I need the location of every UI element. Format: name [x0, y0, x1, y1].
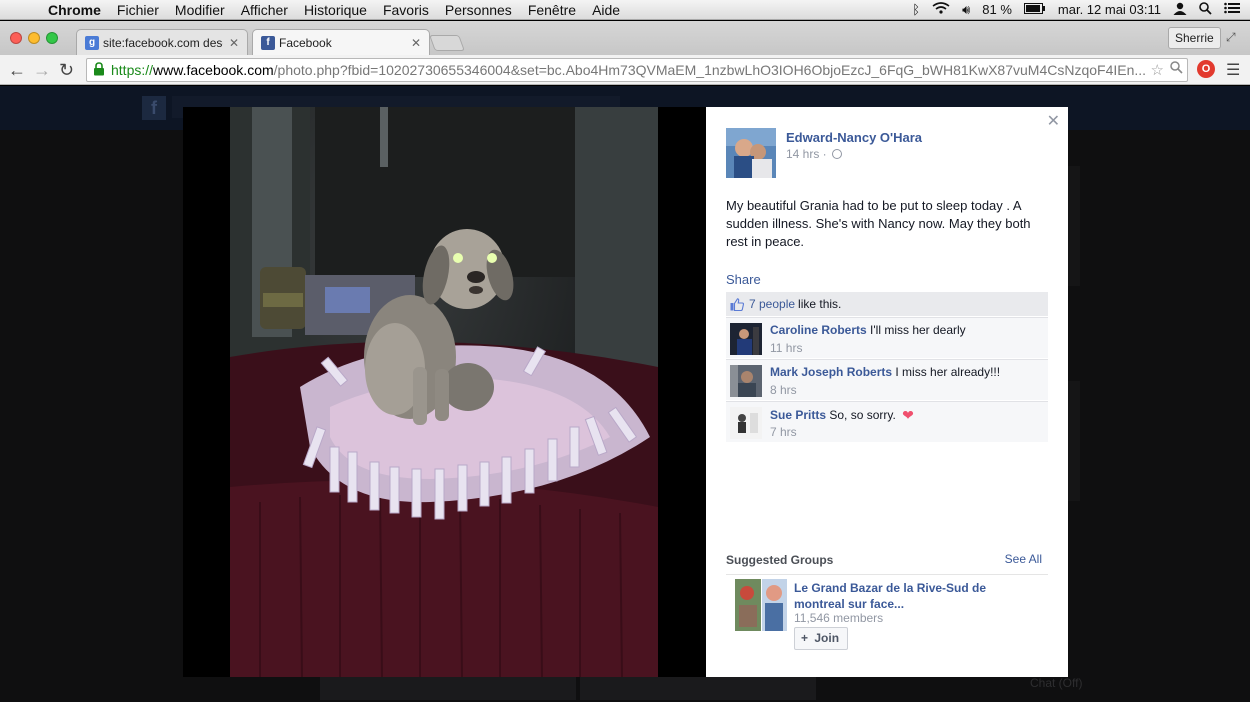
join-group-button[interactable]: + Join	[794, 627, 849, 650]
facebook-icon: f	[261, 35, 275, 50]
author-name-link[interactable]: Edward-Nancy O'Hara	[786, 130, 922, 145]
post-time: 14 hrs ·	[786, 147, 827, 161]
commenter-name-link[interactable]: Caroline Roberts	[770, 323, 867, 337]
menu-aide[interactable]: Aide	[584, 2, 628, 18]
search-icon[interactable]	[1170, 61, 1183, 79]
comment-item: Caroline Roberts I'll miss her dearly 11…	[726, 317, 1048, 358]
menu-afficher[interactable]: Afficher	[233, 2, 296, 18]
menu-fenetre[interactable]: Fenêtre	[520, 2, 584, 18]
comment-body: Sue Pritts So, so sorry. ❤	[770, 407, 914, 424]
dimmed-content-block	[580, 676, 816, 700]
battery-percent: 81 %	[982, 2, 1012, 17]
fullscreen-icon[interactable]: ⤢	[1226, 30, 1236, 45]
menu-fichier[interactable]: Fichier	[109, 2, 167, 18]
menu-modifier[interactable]: Modifier	[167, 2, 233, 18]
close-window-button[interactable]	[10, 32, 22, 44]
plus-icon: +	[801, 631, 809, 645]
wifi-icon[interactable]	[932, 2, 950, 17]
see-all-link[interactable]: See All	[1005, 552, 1042, 566]
facebook-logo: f	[142, 96, 166, 120]
author-avatar[interactable]	[726, 128, 776, 178]
likes-summary: 7 people like this.	[726, 292, 1048, 316]
dimmed-content-block	[320, 676, 576, 700]
comment-text: I'll miss her dearly	[870, 323, 966, 337]
url-host: www.facebook.com	[153, 62, 274, 78]
menu-personnes[interactable]: Personnes	[437, 2, 520, 18]
minimize-window-button[interactable]	[28, 32, 40, 44]
comment-text: So, so sorry.	[829, 408, 896, 422]
close-tab-icon[interactable]: ✕	[411, 36, 421, 50]
likes-count-link[interactable]: 7 people	[749, 297, 795, 311]
dog-photo	[230, 107, 658, 677]
suggested-groups-title: Suggested Groups	[726, 553, 834, 567]
group-name-link[interactable]: Le Grand Bazar de la Rive-Sud de montrea…	[794, 580, 994, 612]
commenter-avatar[interactable]	[730, 365, 762, 397]
commenter-name-link[interactable]: Mark Joseph Roberts	[770, 365, 892, 379]
share-link[interactable]: Share	[726, 272, 761, 287]
tab-google-search[interactable]: g site:facebook.com descanso ✕	[76, 29, 248, 55]
comment-time[interactable]: 8 hrs	[770, 383, 797, 397]
heart-icon: ❤	[902, 407, 914, 423]
list-icon[interactable]	[1224, 2, 1240, 17]
tab-title: site:facebook.com descanso	[103, 35, 223, 50]
zoom-window-button[interactable]	[46, 32, 58, 44]
post-timestamp[interactable]: 14 hrs ·	[786, 147, 843, 161]
lock-icon[interactable]	[91, 62, 107, 78]
profile-button[interactable]: Sherrie	[1168, 27, 1221, 49]
back-arrow-icon[interactable]: ←	[8, 60, 26, 80]
address-bar[interactable]: https:// www.facebook.com /photo.php?fbi…	[86, 58, 1188, 82]
comment-text: I miss her already!!!	[895, 365, 1001, 379]
commenter-name-link[interactable]: Sue Pritts	[770, 408, 826, 422]
close-icon[interactable]: ✕	[1047, 111, 1060, 131]
commenter-avatar[interactable]	[730, 407, 762, 439]
chat-off-label[interactable]: Chat (Off)	[1030, 676, 1082, 690]
post-caption: My beautiful Grania had to be put to sle…	[726, 198, 1031, 249]
photo-info-panel: ✕ Edward-Nancy O'Hara 14 hrs · My beauti…	[706, 107, 1068, 677]
mac-menu-bar: Chrome Fichier Modifier Afficher Histori…	[0, 0, 1250, 20]
bookmark-star-icon[interactable]: ☆	[1151, 61, 1164, 79]
likes-suffix: like this.	[798, 297, 842, 311]
group-thumbnail[interactable]	[735, 579, 787, 631]
google-icon: g	[85, 35, 99, 50]
close-tab-icon[interactable]: ✕	[229, 36, 239, 50]
new-tab-button[interactable]	[429, 35, 465, 51]
like-thumb-icon	[730, 297, 744, 311]
dimmed-content-block	[1068, 381, 1080, 501]
dimmed-content-block	[1068, 166, 1080, 286]
menu-clock[interactable]: mar. 12 mai 03:11	[1058, 2, 1161, 17]
menu-app-chrome[interactable]: Chrome	[44, 2, 109, 18]
user-icon[interactable]	[1173, 2, 1187, 18]
commenter-avatar[interactable]	[730, 323, 762, 355]
comment-body: Caroline Roberts I'll miss her dearly	[770, 323, 966, 337]
comment-time[interactable]: 11 hrs	[770, 341, 802, 355]
join-label: Join	[814, 631, 840, 645]
tab-strip: g site:facebook.com descanso ✕ f Faceboo…	[0, 21, 1250, 55]
group-members-count: 11,546 members	[794, 611, 884, 625]
reload-icon[interactable]: ↻	[59, 60, 74, 80]
comment-item: Mark Joseph Roberts I miss her already!!…	[726, 359, 1048, 400]
forward-arrow-icon[interactable]: →	[33, 60, 51, 80]
url-path: /photo.php?fbid=10202730655346004&set=bc…	[273, 62, 1147, 78]
comment-item: Sue Pritts So, so sorry. ❤ 7 hrs	[726, 401, 1048, 442]
volume-icon[interactable]: 🔊︎	[962, 2, 970, 18]
menu-historique[interactable]: Historique	[296, 2, 375, 18]
spotlight-icon[interactable]	[1199, 1, 1212, 18]
comment-time[interactable]: 7 hrs	[770, 425, 797, 439]
url-scheme: https://	[111, 62, 154, 78]
window-controls	[10, 32, 58, 44]
menu-favoris[interactable]: Favoris	[375, 2, 437, 18]
suggested-groups-header: Suggested Groups See All	[726, 552, 1048, 575]
tab-title: Facebook	[279, 35, 332, 50]
extension-icon[interactable]: O	[1197, 60, 1215, 78]
globe-icon[interactable]	[832, 149, 843, 159]
battery-icon[interactable]	[1023, 2, 1046, 17]
tab-facebook[interactable]: f Facebook ✕	[252, 29, 430, 55]
chrome-menu-icon[interactable]: ☰	[1226, 60, 1240, 80]
comment-body: Mark Joseph Roberts I miss her already!!…	[770, 365, 1000, 379]
browser-toolbar: ← → ↻ https:// www.facebook.com /photo.p…	[0, 55, 1250, 85]
bluetooth-icon[interactable]: ᛒ	[912, 2, 920, 17]
